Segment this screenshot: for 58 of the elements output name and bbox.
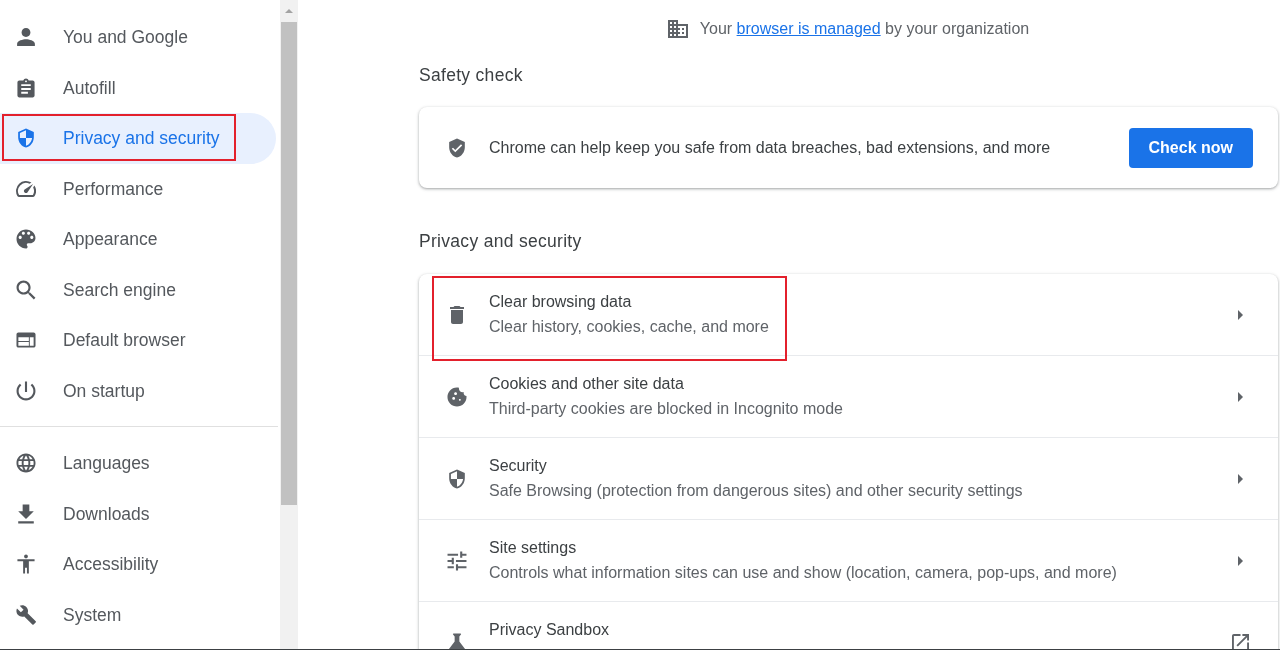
cookie-icon: [447, 386, 467, 407]
settings-row[interactable]: Security Safe Browsing (protection from dangerous sites) and other security settings: [419, 438, 1278, 519]
sidebar-item[interactable]: You and Google: [0, 12, 276, 63]
flask-icon: [447, 632, 467, 649]
palette-icon: [16, 229, 36, 250]
sidebar-item[interactable]: Downloads: [0, 488, 276, 539]
section-heading: Safety check: [419, 64, 524, 86]
person-icon: [16, 27, 36, 48]
sidebar-item[interactable]: On startup: [0, 365, 276, 416]
external-link-icon: [1231, 634, 1249, 649]
caret-right-icon: [1237, 555, 1243, 566]
row-subtitle: Safe Browsing (protection from dangerous sites) and other security settings: [489, 481, 1023, 501]
caret-right-icon: [1237, 473, 1243, 484]
sliders-icon: [447, 550, 467, 571]
clipboard-icon: [16, 77, 36, 98]
row-subtitle: Clear history, cookies, cache, and more: [489, 317, 769, 337]
shield-check-icon: [447, 137, 467, 158]
sidebar-item[interactable]: System: [0, 589, 276, 640]
row-title: Site settings: [489, 538, 578, 558]
shield-icon: [16, 128, 36, 149]
sidebar-item[interactable]: Default browser: [0, 315, 276, 366]
shield-icon: [447, 468, 467, 489]
managed-notice: Your browser is managed by your organization: [699, 19, 1030, 39]
scrollbar-thumb[interactable]: [281, 22, 297, 505]
settings-row[interactable]: Privacy Sandbox: [419, 602, 1278, 649]
section-heading: Privacy and security: [419, 230, 583, 252]
check-now-button[interactable]: Check now: [1128, 127, 1253, 168]
settings-row[interactable]: Cookies and other site data Third-party cookies are blocked in Incognito mode: [419, 356, 1278, 437]
sidebar-item[interactable]: Appearance: [0, 214, 276, 265]
settings-row[interactable]: Clear browsing data Clear history, cookies, cache, and more: [419, 274, 1278, 355]
wrench-icon: [16, 604, 36, 625]
sidebar-item[interactable]: Languages: [0, 438, 276, 489]
caret-right-icon: [1237, 391, 1243, 402]
settings-row[interactable]: Site settings Controls what information sites can use and show (location, camera, pop-ups, and more): [419, 520, 1278, 601]
row-title: Security: [489, 456, 548, 476]
managed-link[interactable]: browser is managed: [736, 20, 881, 37]
gauge-icon: [16, 178, 36, 199]
sidebar-item[interactable]: Autofill: [0, 62, 276, 113]
row-subtitle: Third-party cookies are blocked in Incognito mode: [489, 399, 843, 419]
scroll-up-icon[interactable]: [285, 9, 293, 13]
sidebar-item[interactable]: Search engine: [0, 264, 276, 315]
sidebar-item[interactable]: Accessibility: [0, 539, 276, 590]
globe-icon: [16, 453, 36, 474]
power-icon: [16, 380, 36, 401]
row-title: Cookies and other site data: [489, 374, 685, 394]
trash-icon: [447, 304, 467, 325]
sidebar-item[interactable]: Performance: [0, 163, 276, 214]
row-subtitle: Controls what information sites can use and show (location, camera, pop-ups, and more): [489, 563, 1117, 583]
search-icon: [16, 279, 36, 300]
row-title: Clear browsing data: [489, 292, 633, 312]
browser-window-icon: [16, 330, 36, 351]
row-title: Privacy Sandbox: [489, 620, 610, 640]
sidebar-item[interactable]: Privacy and security: [0, 113, 276, 164]
safety-check-text: Chrome can help keep you safe from data breaches, bad extensions, and more: [489, 137, 1052, 158]
download-icon: [16, 503, 36, 524]
accessibility-icon: [16, 554, 36, 575]
building-icon: [667, 20, 688, 38]
caret-right-icon: [1237, 309, 1243, 320]
